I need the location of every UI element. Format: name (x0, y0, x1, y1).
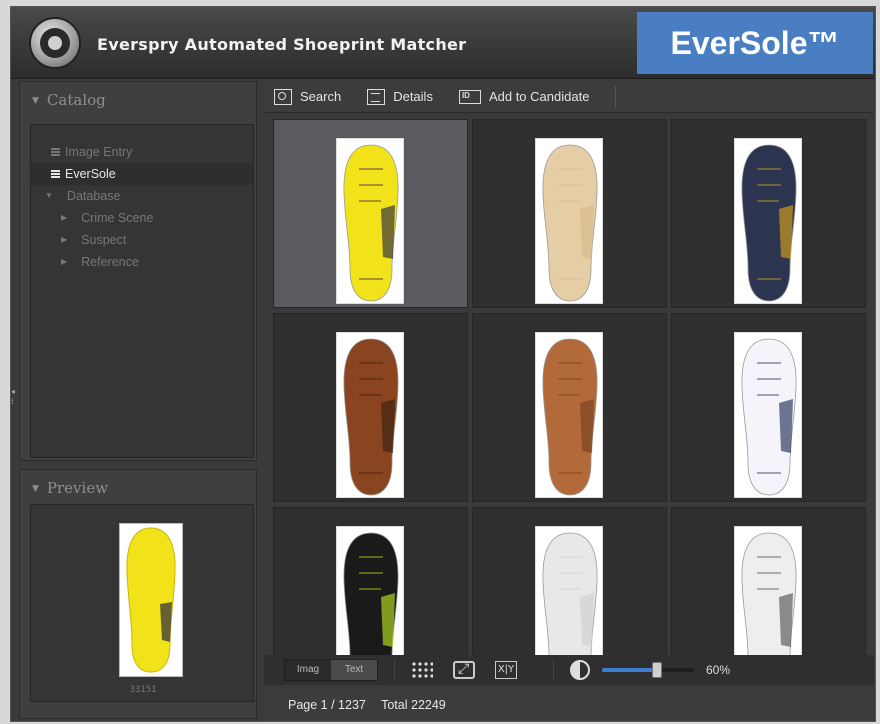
tree-item[interactable]: ▶ Reference (31, 251, 253, 273)
view-mode-toggle: Imag Text (284, 659, 378, 681)
tree-item[interactable]: ▼ Database (31, 185, 253, 207)
collapse-arrow-icon: ▼ (32, 484, 39, 494)
id-card-icon (458, 89, 481, 104)
result-tile[interactable] (472, 119, 667, 308)
sidebar-collapse-handle[interactable]: ◂ ⁞ (11, 387, 17, 417)
expand-arrow-icon: ▶ (61, 257, 68, 266)
expand-arrow-icon: ▶ (61, 213, 68, 222)
result-tile[interactable] (472, 507, 667, 655)
collapse-arrow-icon: ▼ (32, 96, 39, 106)
status-bar: Page 1 / 1237 Total 22249 (264, 689, 874, 721)
search-label: Search (300, 89, 342, 104)
expand-arrow-icon: ▶ (61, 235, 68, 244)
view-toolbar-divider (394, 659, 395, 681)
grid-layout-icon[interactable] (411, 661, 433, 679)
tree-item-label: Crime Scene (81, 211, 154, 225)
shoeprint-9 (734, 526, 802, 655)
expand-arrow-icon: ▼ (45, 191, 53, 200)
main-toolbar: Search Details Add to Candidate (264, 81, 874, 113)
result-tile[interactable] (472, 313, 667, 502)
text-view-button[interactable]: Text (331, 660, 377, 680)
add-to-candidate-button[interactable]: Add to Candidate (458, 89, 590, 104)
contrast-icon[interactable] (570, 660, 590, 680)
catalog-title: Catalog (46, 91, 106, 109)
zoom-slider[interactable] (602, 661, 694, 679)
shoeprint-7 (336, 526, 404, 655)
details-label: Details (393, 89, 433, 104)
shoeprint-6 (734, 332, 802, 498)
preview-caption: 33151 (129, 685, 157, 695)
zoom-slider-thumb[interactable] (652, 662, 663, 678)
total-count: Total 22249 (381, 698, 446, 712)
tree-item[interactable]: ▶ Suspect (31, 229, 253, 251)
result-tile[interactable] (273, 119, 468, 308)
preview-panel: ▼ Preview 33151 (19, 469, 257, 719)
view-toolbar: Imag Text X|Y 60% (264, 655, 874, 685)
result-tile[interactable] (671, 119, 866, 308)
details-icon (367, 88, 386, 105)
app-header: Everspry Automated Shoeprint Matcher Eve… (11, 7, 875, 79)
result-tile[interactable] (273, 507, 468, 655)
preview-title: Preview (46, 479, 109, 497)
add-to-candidate-label: Add to Candidate (488, 89, 590, 104)
app-title: Everspry Automated Shoeprint Matcher (97, 35, 467, 54)
image-view-button[interactable]: Imag (285, 660, 331, 680)
tree-item[interactable]: Image Entry (31, 141, 253, 163)
catalog-tree: Image Entry EverSole ▼ Database ▶ Crime Scene… (30, 124, 254, 458)
tree-item-label: Image Entry (65, 145, 133, 159)
fit-to-window-icon[interactable] (453, 661, 475, 679)
preview-header[interactable]: ▼ Preview (20, 470, 256, 506)
view-toolbar-divider (553, 659, 554, 681)
shoeprint-1 (336, 138, 404, 304)
shoeprint-3 (734, 138, 802, 304)
preview-image (119, 523, 183, 677)
result-tile[interactable] (273, 313, 468, 502)
preview-box: 33151 (30, 504, 254, 702)
app-window: Everspry Automated Shoeprint Matcher Eve… (10, 6, 876, 722)
search-button[interactable]: Search (274, 88, 342, 105)
shoeprint-4 (336, 332, 404, 498)
shoeprint-2 (535, 138, 603, 304)
tree-item-label: Suspect (81, 233, 127, 247)
catalog-header[interactable]: ▼ Catalog (20, 82, 256, 118)
toolbar-divider (615, 85, 617, 108)
tree-item-label: Database (66, 189, 121, 203)
catalog-panel: ▼ Catalog Image Entry EverSole ▼ Database ▶ Cr… (19, 81, 257, 461)
page-indicator: Page 1 / 1237 (288, 698, 366, 712)
database-icon (51, 148, 60, 156)
tree-item[interactable]: ▶ Crime Scene (31, 207, 253, 229)
database-icon (51, 170, 60, 178)
search-icon (274, 88, 292, 105)
tree-item-label: EverSole (65, 167, 116, 181)
tree-item-label: Reference (81, 255, 139, 269)
tree-item[interactable]: EverSole (31, 163, 253, 185)
result-tile[interactable] (671, 313, 866, 502)
shoeprint-5 (535, 332, 603, 498)
shoeprint-8 (535, 526, 603, 655)
details-button[interactable]: Details (367, 88, 433, 105)
brand-badge: EverSole™ (637, 12, 873, 74)
zoom-label: 60% (706, 663, 731, 677)
results-grid (273, 119, 871, 655)
app-logo-icon (29, 17, 81, 69)
result-tile[interactable] (671, 507, 866, 655)
xy-flip-icon[interactable]: X|Y (495, 661, 517, 679)
